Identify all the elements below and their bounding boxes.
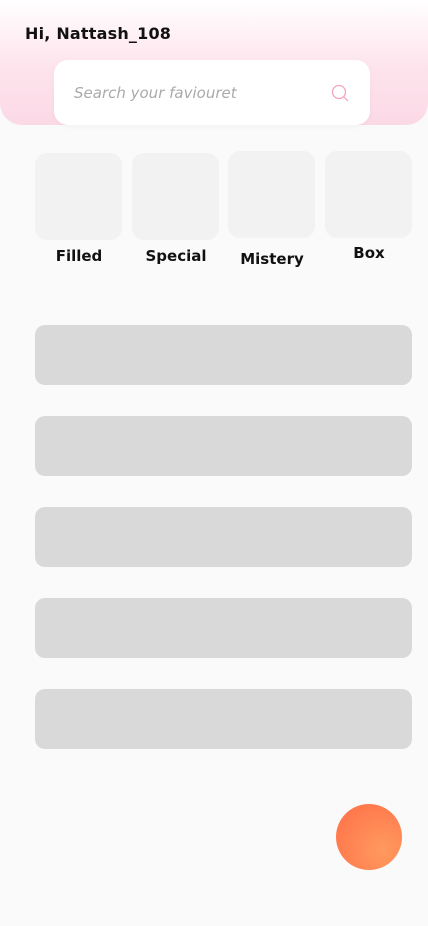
category-label: Mistery [240,250,304,268]
category-tile[interactable] [35,153,122,240]
home-screen: Hi, Nattash_108 Filled Special Mistery [0,0,428,926]
list-item-placeholder[interactable] [35,416,412,476]
category-tile[interactable] [228,151,315,238]
category-special[interactable]: Special [132,153,220,265]
category-tile[interactable] [325,151,412,238]
floating-action-button[interactable] [336,804,402,870]
category-label: Filled [55,247,103,265]
category-box[interactable]: Box [325,151,413,262]
search-bar[interactable] [54,60,370,125]
category-row: Filled Special Mistery Box [0,150,428,270]
list-item-placeholder[interactable] [35,598,412,658]
category-mistery[interactable]: Mistery [228,151,316,268]
category-filled[interactable]: Filled [35,153,123,265]
greeting-text: Hi, Nattash_108 [25,24,172,43]
header: Hi, Nattash_108 [0,0,428,125]
list-item-placeholder[interactable] [35,325,412,385]
category-label: Special [145,247,207,265]
item-list [35,325,412,780]
category-tile[interactable] [132,153,219,240]
list-item-placeholder[interactable] [35,689,412,749]
search-icon[interactable] [330,83,350,103]
search-input[interactable] [74,83,330,102]
category-label: Box [353,244,385,262]
list-item-placeholder[interactable] [35,507,412,567]
